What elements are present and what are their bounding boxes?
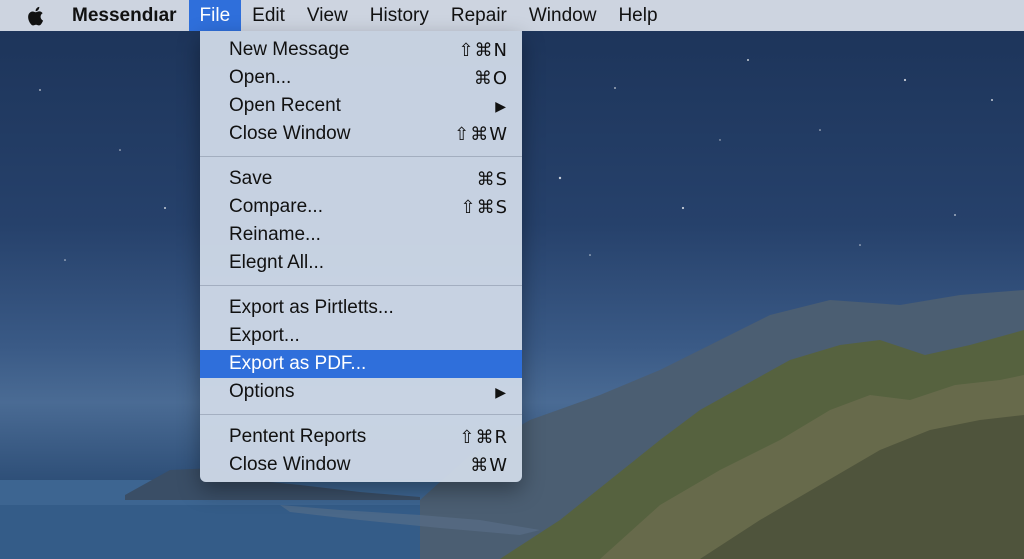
menu-item-shortcut: ⌘S (476, 168, 508, 190)
menu-item-label: Options (229, 381, 295, 402)
menu-item-rename[interactable]: Reiname... (200, 221, 522, 249)
menu-item-label: Close Window (229, 454, 351, 475)
menu-separator (200, 156, 522, 157)
menu-item-shortcut: ⌘O (473, 67, 508, 89)
app-menu[interactable]: Messendıar (70, 0, 189, 31)
menu-edit[interactable]: Edit (241, 0, 296, 31)
menu-file[interactable]: File (188, 0, 242, 31)
menu-item-open-recent[interactable]: Open Recent ▶ (200, 92, 522, 120)
menu-item-pentent-reports[interactable]: Pentent Reports ⇧⌘R (200, 423, 522, 451)
menu-separator (200, 285, 522, 286)
menu-item-shortcut: ⇧⌘N (458, 39, 508, 61)
menu-item-new-message[interactable]: New Message ⇧⌘N (200, 36, 522, 64)
menu-item-save[interactable]: Save ⌘S (200, 165, 522, 193)
menu-item-open[interactable]: Open... ⌘O (200, 64, 522, 92)
menu-item-label: Save (229, 168, 273, 189)
menu-help[interactable]: Help (607, 0, 668, 31)
menu-item-label: Compare... (229, 196, 323, 217)
menu-item-options[interactable]: Options ▶ (200, 378, 522, 406)
triangle-right-icon: ▶ (495, 97, 506, 114)
menu-item-shortcut: ⌘W (470, 454, 508, 476)
menu-item-shortcut: ⇧⌘W (454, 123, 508, 145)
file-menu-dropdown: New Message ⇧⌘N Open... ⌘O Open Recent ▶… (200, 31, 522, 482)
menu-item-label: Export as Pirtletts... (229, 297, 394, 318)
menu-item-export-as-pirtletts[interactable]: Export as Pirtletts... (200, 294, 522, 322)
apple-logo-icon[interactable] (26, 4, 48, 28)
menu-item-close-window-2[interactable]: Close Window ⌘W (200, 451, 522, 479)
menu-history[interactable]: History (359, 0, 440, 31)
menu-item-shortcut: ⇧⌘R (459, 426, 508, 448)
menu-bar: Messendıar File Edit View History Repair… (0, 0, 1024, 31)
menu-item-select-all[interactable]: Elegnt All... (200, 249, 522, 277)
menu-window[interactable]: Window (518, 0, 608, 31)
menu-item-label: Open Recent (229, 95, 341, 116)
menu-repair[interactable]: Repair (440, 0, 518, 31)
menu-item-shortcut: ⇧⌘S (460, 196, 508, 218)
menu-separator (200, 414, 522, 415)
menu-item-label: Export as PDF... (229, 353, 367, 374)
menu-item-label: Reiname... (229, 224, 321, 245)
menu-item-export[interactable]: Export... (200, 322, 522, 350)
menu-item-label: Pentent Reports (229, 426, 367, 447)
menu-item-compare[interactable]: Compare... ⇧⌘S (200, 193, 522, 221)
menu-item-label: New Message (229, 39, 350, 60)
triangle-right-icon: ▶ (495, 383, 506, 400)
menu-item-label: Open... (229, 67, 292, 88)
menu-item-label: Close Window (229, 123, 351, 144)
menu-view[interactable]: View (296, 0, 359, 31)
menu-item-export-as-pdf[interactable]: Export as PDF... (200, 350, 522, 378)
menu-item-label: Export... (229, 325, 300, 346)
menu-item-label: Elegnt All... (229, 252, 325, 273)
menu-item-close-window[interactable]: Close Window ⇧⌘W (200, 120, 522, 148)
